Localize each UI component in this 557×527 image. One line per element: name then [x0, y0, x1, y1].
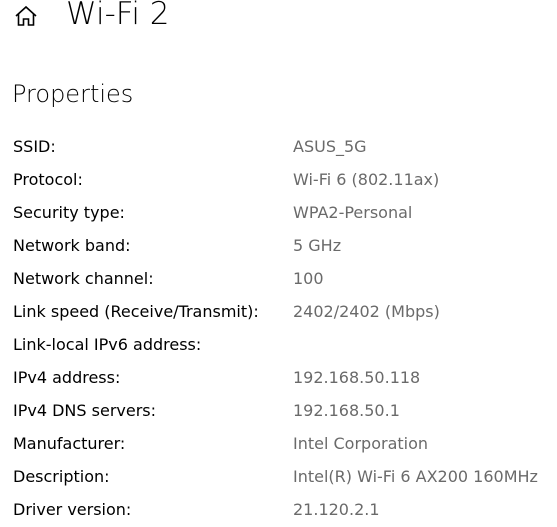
property-row-ipv4-address: IPv4 address: 192.168.50.118 [0, 361, 557, 394]
property-label: SSID: [13, 137, 56, 156]
property-row-ssid: SSID: ASUS_5G [0, 130, 557, 163]
header-bar: Wi-Fi 2 [0, 0, 557, 40]
property-row-security-type: Security type: WPA2-Personal [0, 196, 557, 229]
property-label: Driver version: [13, 500, 132, 519]
property-label: Protocol: [13, 170, 83, 189]
property-label: Network band: [13, 236, 131, 255]
property-value[interactable]: Intel(R) Wi-Fi 6 AX200 160MHz [293, 466, 538, 488]
home-icon [14, 5, 38, 27]
property-value[interactable]: Wi-Fi 6 (802.11ax) [293, 169, 439, 191]
property-value[interactable]: 2402/2402 (Mbps) [293, 301, 440, 323]
page-title: Wi-Fi 2 [66, 0, 170, 32]
property-label: Network channel: [13, 269, 154, 288]
property-row-description: Description: Intel(R) Wi-Fi 6 AX200 160M… [0, 460, 557, 493]
property-value[interactable]: 21.120.2.1 [293, 499, 380, 521]
property-value[interactable]: 100 [293, 268, 324, 290]
property-label: IPv4 address: [13, 368, 121, 387]
property-row-network-channel: Network channel: 100 [0, 262, 557, 295]
property-label: IPv4 DNS servers: [13, 401, 157, 420]
property-value[interactable]: 5 GHz [293, 235, 341, 257]
property-value[interactable]: 192.168.50.1 [293, 400, 400, 422]
property-label: Link-local IPv6 address: [13, 335, 202, 354]
property-value[interactable]: 192.168.50.118 [293, 367, 420, 389]
property-label: Description: [13, 467, 110, 486]
property-value[interactable]: ASUS_5G [293, 136, 367, 158]
property-row-ipv6-address: Link-local IPv6 address: [0, 328, 557, 361]
property-row-ipv4-dns: IPv4 DNS servers: 192.168.50.1 [0, 394, 557, 427]
property-row-protocol: Protocol: Wi-Fi 6 (802.11ax) [0, 163, 557, 196]
home-button[interactable] [11, 3, 41, 29]
property-row-driver-version: Driver version: 21.120.2.1 [0, 493, 557, 526]
property-value[interactable]: WPA2-Personal [293, 202, 412, 224]
property-label: Manufacturer: [13, 434, 126, 453]
property-label: Link speed (Receive/Transmit): [13, 302, 259, 321]
property-row-network-band: Network band: 5 GHz [0, 229, 557, 262]
property-row-manufacturer: Manufacturer: Intel Corporation [0, 427, 557, 460]
property-label: Security type: [13, 203, 125, 222]
property-row-link-speed: Link speed (Receive/Transmit): 2402/2402… [0, 295, 557, 328]
property-value[interactable]: Intel Corporation [293, 433, 428, 455]
section-title-properties: Properties [12, 80, 134, 108]
